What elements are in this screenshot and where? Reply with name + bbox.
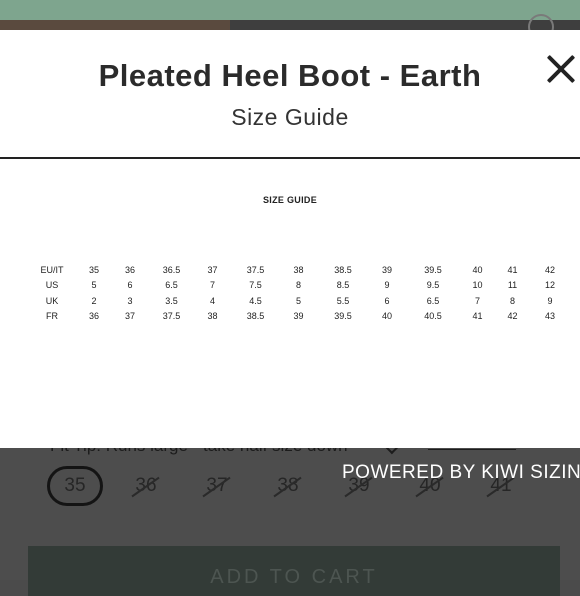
table-cell: 38 [207,311,218,322]
size-option-37[interactable]: 37 [189,466,245,506]
size-option-38[interactable]: 38 [260,466,316,506]
table-cell: 40.5 [424,311,442,322]
table-cell: 36.5 [162,264,181,275]
table-cell: 39.5 [424,264,442,275]
table-cell: 3.5 [165,295,178,306]
table-cell: 41 [507,264,518,275]
table-cell: 2 [91,295,97,306]
table-cell: 40 [472,264,483,275]
table-cell: 42 [544,264,555,275]
table-cell: 37 [207,264,218,275]
table-cell: 8 [295,280,301,291]
table-cell: 4 [209,295,215,306]
table-cell: 7 [474,295,480,306]
table-cell: 12 [544,280,555,291]
table-cell: 39.5 [334,311,352,322]
table-cell: 38.5 [334,264,352,275]
table-cell: 6.5 [426,295,440,306]
table-cell: 9.5 [426,280,440,291]
row-label: UK [45,295,59,306]
table-cell: 4.5 [249,295,262,306]
table-cell: 6.5 [165,280,178,291]
table-cell: 37 [124,311,135,322]
close-icon[interactable] [544,52,578,86]
table-cell: 5 [295,295,301,306]
table-cell: 8.5 [336,280,350,291]
size-option-36[interactable]: 36 [118,466,174,506]
table-cell: 11 [507,280,518,291]
table-cell: 39 [293,311,304,322]
table-cell: 39 [381,264,392,275]
table-cell: 8 [509,295,515,306]
add-to-cart-button[interactable]: ADD TO CART [28,546,560,596]
table-cell: 35 [88,264,99,275]
table-cell: 10 [472,280,483,291]
table-cell: 6 [127,280,133,291]
table-cell: 5 [91,280,97,291]
table-row: UK 2 3 3.5 4 4.5 5 5.5 6 6.5 7 8 9 [26,293,570,309]
size-guide-heading: SIZE GUIDE [262,195,317,205]
table-cell: 42 [507,311,518,322]
table-cell: 37.5 [162,311,181,322]
table-cell: 36 [88,311,99,322]
table-cell: 38.5 [246,311,265,322]
modal-title: Pleated Heel Boot - Earth [98,58,482,93]
row-label: US [45,280,59,291]
table-cell: 9 [547,295,553,306]
table-row: US 5 6 6.5 7 7.5 8 8.5 9 9.5 10 11 12 [26,278,570,294]
background-header [0,0,580,20]
table-cell: 37.5 [246,264,265,275]
table-cell: 36 [124,264,135,275]
size-conversion-table: EU/IT 35 36 36.5 37 37.5 38 38.5 39 39.5 40 41 42 US 5… [26,262,570,324]
table-cell: 7.5 [249,280,262,291]
powered-by-kiwi-sizing[interactable]: POWERED BY KIWI SIZING [342,462,580,484]
table-cell: 9 [384,280,390,291]
size-option-35[interactable]: 35 [47,466,103,506]
table-cell: 3 [127,295,133,306]
table-cell: 6 [384,295,390,306]
table-cell: 40 [381,311,392,322]
table-cell: 5.5 [336,295,350,306]
size-guide-modal: Pleated Heel Boot - Earth Size Guide [0,30,580,448]
row-label: FR [46,311,58,322]
table-cell: 43 [544,311,555,322]
table-row: EU/IT 35 36 36.5 37 37.5 38 38.5 39 39.5 40 41 42 [26,262,570,278]
modal-header: Pleated Heel Boot - Earth Size Guide [0,30,580,159]
table-row: FR 36 37 37.5 38 38.5 39 39.5 40 40.5 41 42 43 [26,309,570,325]
row-label: EU/IT [40,264,64,275]
modal-subtitle: Size Guide [231,104,349,130]
table-cell: 7 [209,280,215,291]
table-cell: 38 [293,264,304,275]
table-cell: 41 [472,311,483,322]
